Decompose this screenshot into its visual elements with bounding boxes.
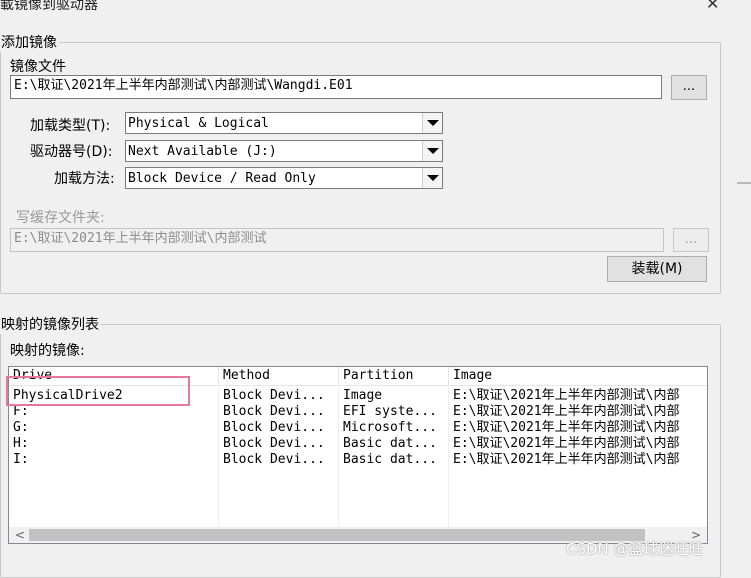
table-row[interactable]: H: Block Devi... Basic dat... E:\取证\2021…	[9, 436, 707, 452]
cell-drive: H:	[13, 436, 29, 451]
table-row[interactable]: G: Block Devi... Microsoft... E:\取证\2021…	[9, 420, 707, 436]
mount-method-select[interactable]: Block Device / Read Only	[125, 167, 443, 189]
column-header-image[interactable]: Image	[449, 367, 707, 385]
mount-method-value: Block Device / Read Only	[128, 171, 316, 186]
browse-cache-button[interactable]: ...	[673, 228, 709, 252]
window-title: 載镜像到驱动器	[0, 0, 98, 13]
cell-partition: EFI syste...	[343, 404, 437, 419]
list-header: Drive Method Partition Image	[9, 367, 707, 386]
cache-folder-label: 写缓存文件夹:	[16, 210, 105, 226]
close-icon[interactable]: ✕	[706, 0, 719, 13]
divider	[737, 182, 751, 184]
drive-letter-value: Next Available (J:)	[128, 144, 277, 159]
cell-partition: Image	[343, 388, 383, 403]
cache-folder-input[interactable]: E:\取证\2021年上半年内部测试\内部测试	[10, 228, 664, 252]
mount-type-select[interactable]: Physical & Logical	[125, 112, 443, 134]
image-file-label: 镜像文件	[10, 59, 66, 75]
table-row[interactable]: I: Block Devi... Basic dat... E:\取证\2021…	[9, 452, 707, 468]
add-image-group-label: 添加镜像	[1, 35, 57, 51]
scroll-thumb[interactable]	[29, 529, 645, 541]
cell-drive: F:	[13, 404, 29, 419]
cell-image: E:\取证\2021年上半年内部测试\内部	[453, 436, 680, 451]
mapped-images-label: 映射的镜像:	[10, 343, 85, 359]
drive-letter-label: 驱动器号(D):	[30, 144, 113, 160]
cell-drive: G:	[13, 420, 29, 435]
cell-partition: Basic dat...	[343, 452, 437, 467]
cell-image: E:\取证\2021年上半年内部测试\内部	[453, 404, 680, 419]
cell-drive: I:	[13, 452, 29, 467]
mount-method-label: 加载方法:	[54, 171, 115, 187]
mapped-images-list[interactable]: Drive Method Partition Image PhysicalDri…	[8, 366, 708, 544]
column-header-drive[interactable]: Drive	[9, 367, 219, 385]
cell-method: Block Devi...	[223, 404, 325, 419]
mount-type-value: Physical & Logical	[128, 116, 269, 131]
column-header-method[interactable]: Method	[219, 367, 339, 385]
watermark: CSDN @篮球迷旺旺	[566, 540, 704, 558]
image-file-input[interactable]: E:\取证\2021年上半年内部测试\内部测试\Wangdi.E01	[10, 75, 662, 99]
browse-image-button[interactable]: ...	[671, 75, 707, 100]
cell-method: Block Devi...	[223, 452, 325, 467]
mount-button[interactable]: 装载(M)	[607, 256, 707, 282]
cell-image: E:\取证\2021年上半年内部测试\内部	[453, 420, 680, 435]
cell-drive: PhysicalDrive2	[13, 388, 123, 403]
cell-partition: Basic dat...	[343, 436, 437, 451]
chevron-down-icon[interactable]	[422, 168, 442, 188]
cell-image: E:\取证\2021年上半年内部测试\内部	[453, 388, 680, 403]
cell-image: E:\取证\2021年上半年内部测试\内部	[453, 452, 680, 467]
cell-method: Block Devi...	[223, 420, 325, 435]
table-row[interactable]: PhysicalDrive2 Block Devi... Image E:\取证…	[9, 388, 707, 404]
column-header-partition[interactable]: Partition	[339, 367, 449, 385]
cell-partition: Microsoft...	[343, 420, 437, 435]
cell-method: Block Devi...	[223, 436, 325, 451]
cell-method: Block Devi...	[223, 388, 325, 403]
add-image-group: 添加镜像	[0, 32, 721, 294]
drive-letter-select[interactable]: Next Available (J:)	[125, 140, 443, 162]
table-row[interactable]: F: Block Devi... EFI syste... E:\取证\2021…	[9, 404, 707, 420]
chevron-down-icon[interactable]	[422, 113, 442, 133]
mapped-images-group-label: 映射的镜像列表	[1, 317, 99, 333]
scroll-left-icon[interactable]: <	[15, 527, 25, 543]
chevron-down-icon[interactable]	[422, 141, 442, 161]
mount-type-label: 加载类型(T):	[30, 118, 111, 134]
